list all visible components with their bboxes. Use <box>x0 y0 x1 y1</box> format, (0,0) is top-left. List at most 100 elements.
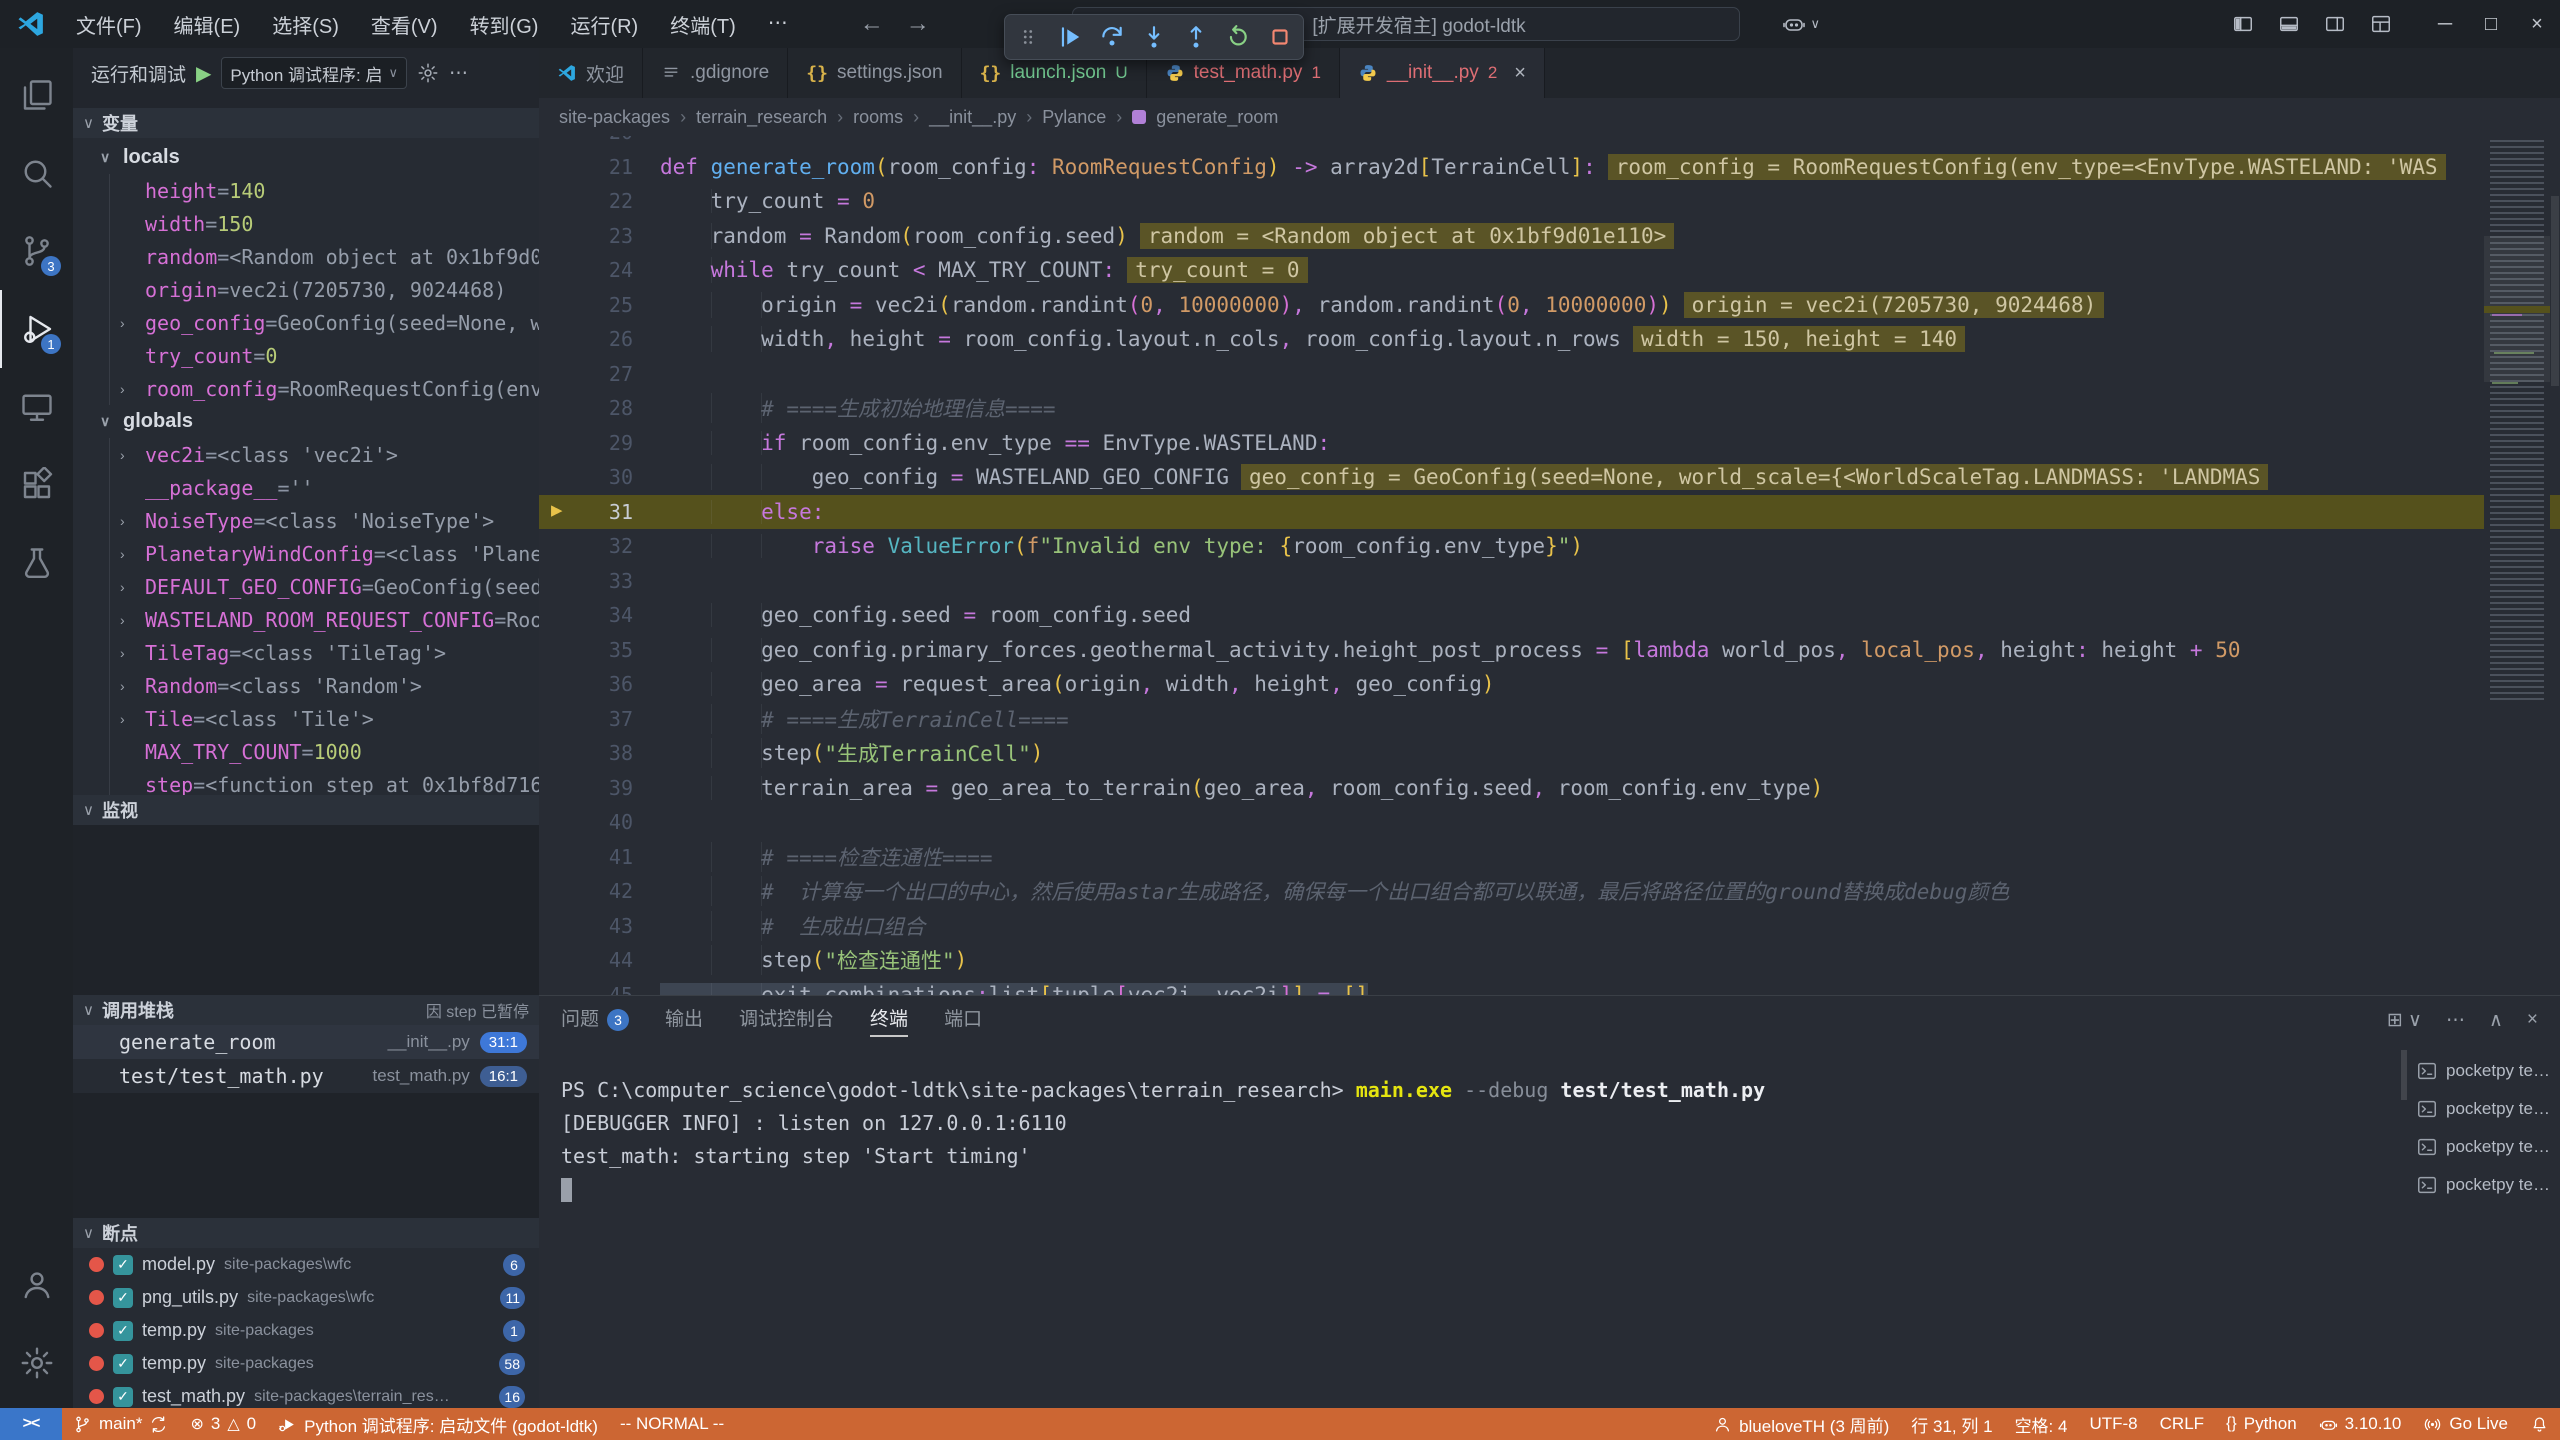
line-number[interactable]: 22 <box>539 189 633 213</box>
step-out-button[interactable] <box>1183 24 1209 50</box>
menu-item[interactable]: 查看(V) <box>359 6 450 43</box>
line-number[interactable]: 42 <box>539 879 633 903</box>
status-language-mode[interactable]: {}Python <box>2215 1408 2308 1440</box>
gear-icon[interactable] <box>417 62 439 84</box>
variable-row[interactable]: MAX_TRY_COUNT = 1000 <box>73 735 539 768</box>
status-remote-indicator[interactable]: >< <box>0 1408 62 1440</box>
step-over-button[interactable] <box>1099 24 1125 50</box>
split-panel-icon[interactable]: ⊞ ∨ <box>2387 1009 2422 1032</box>
menu-item[interactable]: 选择(S) <box>260 6 351 43</box>
terminal-scrollbar[interactable] <box>2400 1044 2408 1408</box>
tab-settings.json[interactable]: {}settings.json <box>788 48 961 98</box>
variable-row[interactable]: ›WASTELAND_ROOM_REQUEST_CONFIG = RoomReq… <box>73 603 539 636</box>
grid-icon[interactable] <box>2370 13 2392 35</box>
variable-row[interactable]: ∨globals <box>73 405 539 438</box>
line-number[interactable]: 35 <box>539 638 633 662</box>
status-eol[interactable]: CRLF <box>2149 1408 2215 1440</box>
line-number[interactable]: 45 <box>539 983 633 995</box>
activity-item-account[interactable] <box>0 1246 73 1324</box>
variable-row[interactable]: ›vec2i = <class 'vec2i'> <box>73 438 539 471</box>
line-number[interactable]: 28 <box>539 396 633 420</box>
variable-row[interactable]: ›geo_config = GeoConfig(seed=None, world… <box>73 306 539 339</box>
callstack-frame[interactable]: test/test_math.pytest_math.py16:1 <box>73 1059 539 1093</box>
panel-tab-端口[interactable]: 端口 <box>944 996 982 1044</box>
line-number[interactable]: 33 <box>539 569 633 593</box>
nav-back-icon[interactable]: ← <box>860 10 884 38</box>
line-number[interactable]: 25 <box>539 293 633 317</box>
close-button[interactable]: × <box>2514 13 2560 36</box>
breadcrumb-item[interactable]: Pylance <box>1042 107 1106 128</box>
line-number[interactable]: 27 <box>539 362 633 386</box>
menu-item[interactable]: 运行(R) <box>558 6 650 43</box>
breakpoint-row[interactable]: ✓temp.pysite-packages1 <box>73 1314 539 1347</box>
editor-scrollbar[interactable] <box>2550 136 2560 995</box>
pane-bottom-icon[interactable] <box>2278 13 2300 35</box>
code-editor[interactable]: 2021def generate_room(room_config: RoomR… <box>539 136 2560 995</box>
breakpoint-row[interactable]: ✓test_math.pysite-packages\terrain_res…1… <box>73 1380 539 1408</box>
activity-item-testing[interactable] <box>0 524 73 602</box>
variable-row[interactable]: height = 140 <box>73 174 539 207</box>
maximize-button[interactable]: □ <box>2468 13 2514 36</box>
breakpoint-row[interactable]: ✓model.pysite-packages\wfc6 <box>73 1248 539 1281</box>
line-number[interactable]: 39 <box>539 776 633 800</box>
terminal-session-item[interactable]: pocketpy te… <box>2408 1128 2560 1166</box>
activity-item-search[interactable] <box>0 134 73 212</box>
breadcrumb-item[interactable]: generate_room <box>1156 107 1278 128</box>
variable-row[interactable]: random = <Random object at 0x1bf9d01e110… <box>73 240 539 273</box>
terminal-session-item[interactable]: pocketpy te… <box>2408 1090 2560 1128</box>
line-number[interactable]: 26 <box>539 327 633 351</box>
breakpoint-checkbox[interactable]: ✓ <box>113 1255 133 1275</box>
line-number[interactable]: 32 <box>539 534 633 558</box>
status-git-blame[interactable]: blueloveTH (3 周前) <box>1702 1408 1900 1440</box>
activity-item-explorer[interactable] <box>0 56 73 134</box>
pane-right-icon[interactable] <box>2324 13 2346 35</box>
breadcrumb-item[interactable]: terrain_research <box>696 107 827 128</box>
status-notifications[interactable] <box>2519 1408 2560 1440</box>
line-number[interactable]: 34 <box>539 603 633 627</box>
activity-item-source-control[interactable]: 3 <box>0 212 73 290</box>
callstack-section-header[interactable]: ∨ 调用堆栈 因 step 已暂停 <box>73 995 539 1025</box>
status-debug-session[interactable]: Python 调试程序: 启动文件 (godot-ldtk) <box>267 1408 609 1440</box>
breadcrumb-item[interactable]: rooms <box>853 107 903 128</box>
status-go-live[interactable]: Go Live <box>2412 1408 2519 1440</box>
nav-forward-icon[interactable]: → <box>906 10 930 38</box>
minimap[interactable] <box>2484 136 2550 995</box>
breakpoint-checkbox[interactable]: ✓ <box>113 1321 133 1341</box>
assistant-menu[interactable]: ∨ <box>1782 12 1820 36</box>
status-indentation[interactable]: 空格: 4 <box>2004 1408 2079 1440</box>
activity-item-extensions[interactable] <box>0 446 73 524</box>
step-into-button[interactable] <box>1141 24 1167 50</box>
variable-row[interactable]: ›Tile = <class 'Tile'> <box>73 702 539 735</box>
tab-欢迎[interactable]: 欢迎 <box>539 48 643 98</box>
chevron-up-icon[interactable]: ∧ <box>2489 1009 2503 1032</box>
variables-section-header[interactable]: ∨ 变量 <box>73 108 539 138</box>
breakpoint-row[interactable]: ✓png_utils.pysite-packages\wfc11 <box>73 1281 539 1314</box>
breadcrumb-item[interactable]: site-packages <box>559 107 670 128</box>
breakpoint-checkbox[interactable]: ✓ <box>113 1387 133 1407</box>
variable-row[interactable]: ∨locals <box>73 141 539 174</box>
status-encoding[interactable]: UTF-8 <box>2078 1408 2148 1440</box>
line-number[interactable]: 38 <box>539 741 633 765</box>
line-number[interactable]: 30 <box>539 465 633 489</box>
variable-row[interactable]: try_count = 0 <box>73 339 539 372</box>
line-number[interactable]: 41 <box>539 845 633 869</box>
tab-.gdignore[interactable]: .gdignore <box>643 48 788 98</box>
breadcrumb[interactable]: site-packages›terrain_research›rooms›__i… <box>539 98 2560 136</box>
debug-config-dropdown[interactable]: Python 调试程序: 启∨ <box>221 57 407 89</box>
terminal[interactable]: PS C:\computer_science\godot-ldtk\site-p… <box>539 1044 2400 1408</box>
variable-row[interactable]: ›DEFAULT_GEO_CONFIG = GeoConfig(seed=1 <box>73 570 539 603</box>
line-number[interactable]: 24 <box>539 258 633 282</box>
watch-section-header[interactable]: ∨ 监视 <box>73 795 539 825</box>
variable-row[interactable]: ›Random = <class 'Random'> <box>73 669 539 702</box>
variable-row[interactable]: width = 150 <box>73 207 539 240</box>
activity-item-run-debug[interactable]: 1 <box>0 290 73 368</box>
variable-row[interactable]: ›TileTag = <class 'TileTag'> <box>73 636 539 669</box>
more-actions-icon[interactable]: ⋯ <box>449 62 468 85</box>
breakpoint-row[interactable]: ✓temp.pysite-packages58 <box>73 1347 539 1380</box>
menu-item[interactable]: 编辑(E) <box>162 6 253 43</box>
panel-tab-问题[interactable]: 问题3 <box>561 996 629 1044</box>
stop-button[interactable] <box>1267 24 1293 50</box>
variable-row[interactable]: __package__ = '' <box>73 471 539 504</box>
variable-row[interactable]: ›PlanetaryWindConfig = <class 'Planeta <box>73 537 539 570</box>
line-number[interactable]: 36 <box>539 672 633 696</box>
